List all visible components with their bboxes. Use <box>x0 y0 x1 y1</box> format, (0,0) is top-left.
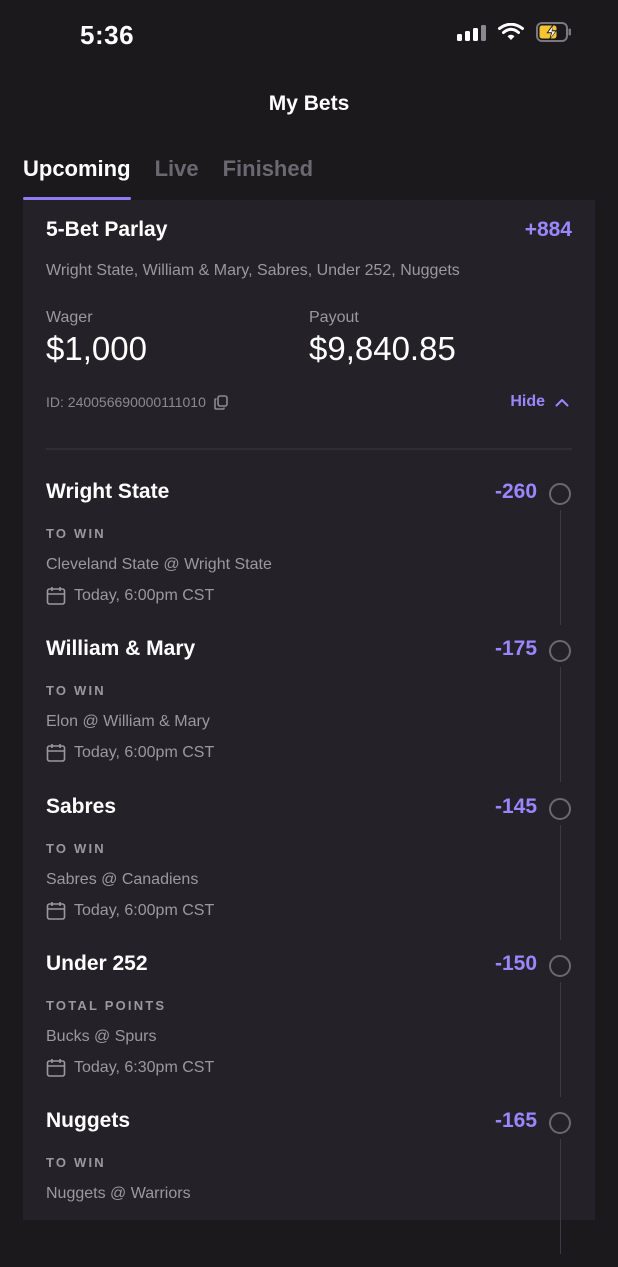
status-bar: 5:36 <box>0 0 618 70</box>
leg-bet-type: TO WIN <box>46 526 106 541</box>
divider <box>46 448 572 450</box>
leg-bet-type: TO WIN <box>46 683 106 698</box>
leg-item[interactable]: Under 252 -150 TOTAL POINTS Bucks @ Spur… <box>23 952 595 1110</box>
leg-item[interactable]: Sabres -145 TO WIN Sabres @ Canadiens To… <box>23 795 595 953</box>
leg-time-row: Today, 6:00pm CST <box>46 743 214 763</box>
hide-label: Hide <box>510 393 545 410</box>
leg-bet-type: TOTAL POINTS <box>46 998 167 1013</box>
leg-odds: -165 <box>494 1109 537 1132</box>
leg-time-row: Today, 6:30pm CST <box>46 1058 214 1078</box>
signal-icon <box>457 23 486 41</box>
leg-odds: -145 <box>494 795 537 818</box>
timeline-connector <box>560 982 561 1097</box>
leg-matchup: Elon @ William & Mary <box>46 713 210 730</box>
calendar-icon <box>46 744 66 762</box>
parlay-legs-summary: Wright State, William & Mary, Sabres, Un… <box>46 262 460 279</box>
leg-name: Under 252 <box>46 952 148 975</box>
copy-icon[interactable] <box>214 394 228 410</box>
wager-value: $1,000 <box>46 330 147 367</box>
leg-item[interactable]: William & Mary -175 TO WIN Elon @ Willia… <box>23 637 595 795</box>
leg-bet-type: TO WIN <box>46 841 106 856</box>
status-icons <box>457 22 572 42</box>
wifi-icon <box>498 22 524 40</box>
status-circle-icon <box>549 640 571 662</box>
parlay-card: 5-Bet Parlay +884 Wright State, William … <box>23 200 595 1254</box>
timeline-connector <box>560 510 561 625</box>
chevron-up-icon <box>555 398 569 406</box>
calendar-icon <box>46 902 66 920</box>
leg-odds: -150 <box>494 952 537 975</box>
wager-label: Wager <box>46 309 93 326</box>
tab-bar: Upcoming Live Finished <box>23 156 313 200</box>
leg-matchup: Nuggets @ Warriors <box>46 1185 191 1202</box>
status-circle-icon <box>549 483 571 505</box>
leg-time: Today, 6:30pm CST <box>74 1059 215 1076</box>
leg-time: Today, 6:00pm CST <box>74 744 215 761</box>
leg-matchup: Bucks @ Spurs <box>46 1028 157 1045</box>
page-title: My Bets <box>268 92 350 115</box>
tab-live[interactable]: Live <box>155 156 199 194</box>
bet-id: ID: 240056690000111010 <box>46 394 228 410</box>
hide-toggle-button[interactable]: Hide <box>510 393 569 411</box>
battery-charging-icon <box>536 22 571 42</box>
bet-id-text: ID: 240056690000111010 <box>46 394 206 410</box>
tab-finished[interactable]: Finished <box>223 156 313 194</box>
payout-value: $9,840.85 <box>309 330 456 367</box>
status-time: 5:36 <box>80 20 135 50</box>
payout-label: Payout <box>309 309 359 326</box>
leg-time-row: Today, 6:00pm CST <box>46 901 214 921</box>
leg-matchup: Sabres @ Canadiens <box>46 871 199 888</box>
leg-time-row: Today, 6:00pm CST <box>46 586 214 606</box>
leg-name: Sabres <box>46 795 117 818</box>
status-circle-icon <box>549 955 571 977</box>
tab-upcoming[interactable]: Upcoming <box>23 156 131 200</box>
calendar-icon <box>46 1059 66 1077</box>
leg-item[interactable]: Wright State -260 TO WIN Cleveland State… <box>23 480 595 638</box>
parlay-title: 5-Bet Parlay <box>46 218 168 241</box>
status-circle-icon <box>549 798 571 820</box>
calendar-icon <box>46 587 66 605</box>
status-circle-icon <box>549 1112 571 1134</box>
leg-odds: -260 <box>494 480 537 503</box>
leg-matchup: Cleveland State @ Wright State <box>46 556 272 573</box>
leg-name: William & Mary <box>46 637 196 660</box>
leg-item[interactable]: Nuggets -165 TO WIN Nuggets @ Warriors <box>23 1109 595 1267</box>
timeline-connector <box>560 825 561 940</box>
leg-odds: -175 <box>494 637 537 660</box>
timeline-connector <box>560 1139 561 1254</box>
leg-name: Wright State <box>46 480 170 503</box>
leg-bet-type: TO WIN <box>46 1155 106 1170</box>
leg-name: Nuggets <box>46 1109 130 1132</box>
leg-time: Today, 6:00pm CST <box>74 902 215 919</box>
parlay-odds: +884 <box>524 218 572 241</box>
leg-time: Today, 6:00pm CST <box>74 587 215 604</box>
timeline-connector <box>560 667 561 782</box>
